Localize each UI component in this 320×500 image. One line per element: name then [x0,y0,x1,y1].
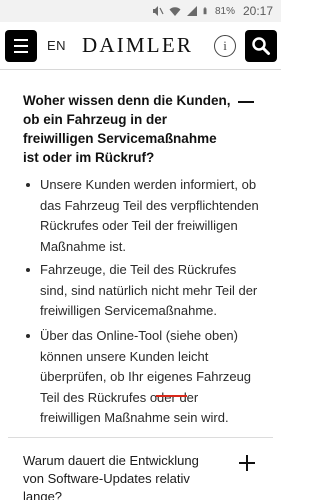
menu-button[interactable] [5,30,37,62]
faq-answer-item: Unsere Kunden werden informiert, ob das … [26,175,260,257]
status-icons: 81% 20:17 [152,4,273,18]
mute-icon [152,6,164,16]
faq-question-closed[interactable]: Warum dauert die Entwicklung von Softwar… [23,452,223,500]
divider [8,437,273,438]
faq-question-open[interactable]: Woher wissen denn die Kunden, ob ein Fah… [23,91,233,167]
app-header: EN DAIMLER i [0,22,281,70]
language-switch[interactable]: EN [47,38,66,53]
faq-answer-item: Über das Online-Tool (siehe oben) können… [26,326,260,429]
minus-icon[interactable] [238,101,254,103]
wifi-icon [169,7,181,16]
hamburger-menu-icon-bar [14,51,28,53]
battery-percent: 81% [214,5,235,17]
spellcheck-underline [156,395,187,397]
info-button[interactable]: i [214,35,236,57]
info-circle-icon: i [223,38,227,53]
battery-icon [203,7,207,15]
plus-icon[interactable] [239,455,255,471]
status-bar: 81% 20:17 [0,0,281,22]
brand-logo[interactable]: DAIMLER [82,33,193,58]
clock: 20:17 [242,4,273,18]
hamburger-menu-icon-bar [14,45,28,47]
search-icon [252,37,270,55]
signal-icon [186,6,197,16]
search-button[interactable] [245,30,277,62]
faq-answer-item: Fahrzeuge, die Teil des Rückrufes sind, … [26,260,260,322]
hamburger-menu-icon-bar [14,39,28,41]
